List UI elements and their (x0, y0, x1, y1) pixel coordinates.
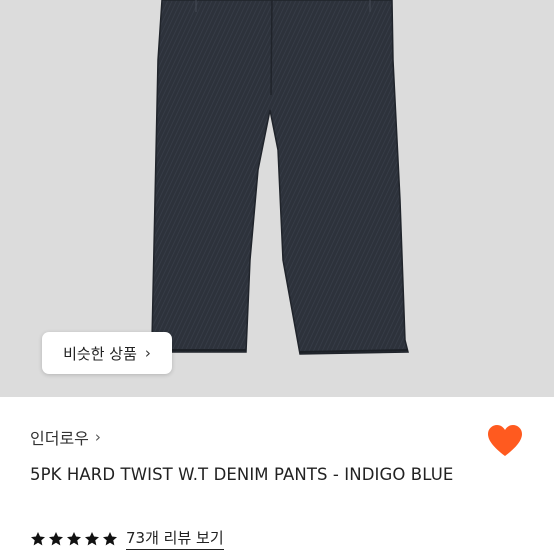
brand-name: 인더로우 (30, 429, 89, 448)
similar-products-label: 비슷한 상품 (63, 344, 137, 363)
reviews-link[interactable]: 73개 리뷰 보기 (126, 527, 224, 550)
star-icon (67, 531, 81, 545)
heart-icon[interactable] (487, 424, 523, 458)
product-title: 5PK HARD TWIST W.T DENIM PANTS - INDIGO … (30, 465, 454, 484)
star-icon (49, 531, 63, 545)
brand-link[interactable]: 인더로우 › (30, 425, 101, 449)
star-rating (30, 531, 118, 547)
star-icon (103, 531, 117, 545)
chevron-right-icon: › (94, 428, 101, 446)
product-info: 인더로우 › 5PK HARD TWIST W.T DENIM PANTS - … (0, 397, 554, 554)
rating-row: 73개 리뷰 보기 (30, 527, 224, 550)
similar-products-button[interactable]: 비슷한 상품 › (42, 332, 172, 374)
product-image[interactable]: 비슷한 상품 › (0, 0, 554, 397)
chevron-right-icon: › (144, 344, 151, 362)
star-icon (31, 531, 45, 545)
star-icon (85, 531, 99, 545)
